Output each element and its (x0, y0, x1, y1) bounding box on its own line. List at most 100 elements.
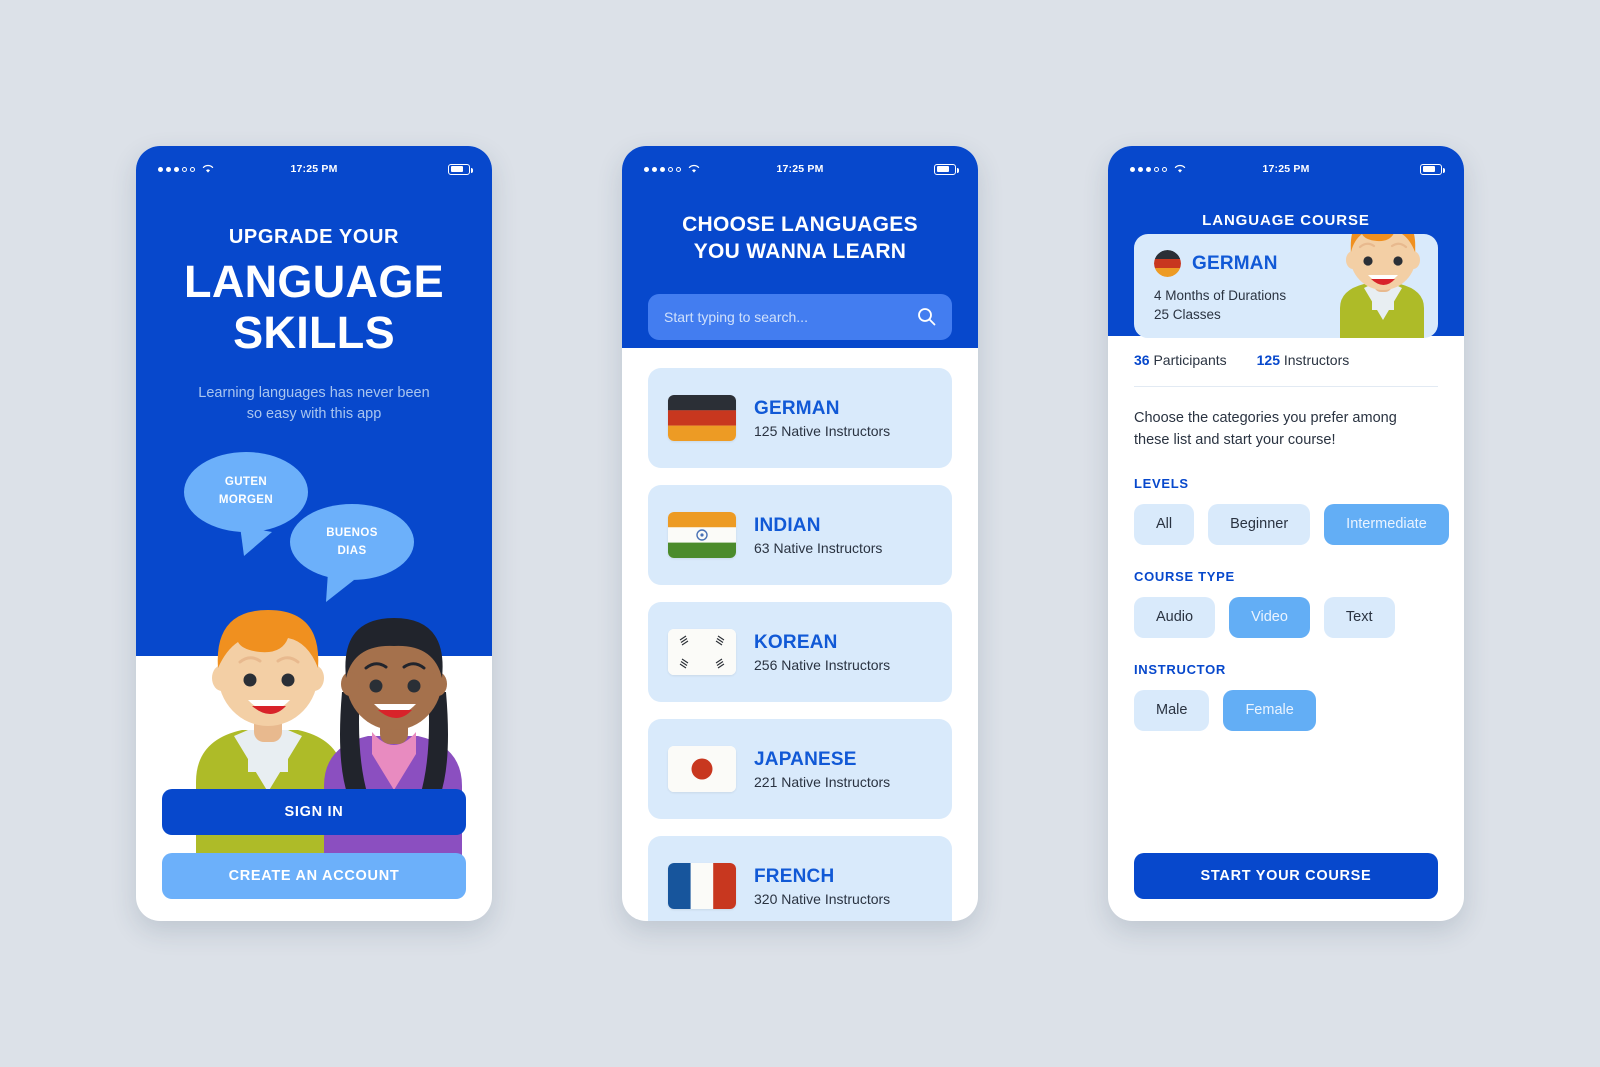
signal-dot (166, 166, 171, 172)
signal-dot (644, 166, 649, 172)
signal-dot-empty (1162, 166, 1167, 172)
phone-screen-choose-languages: 17:25 PM CHOOSE LANGUAGES YOU WANNA LEAR… (622, 146, 978, 921)
section-label-levels: LEVELS (1134, 475, 1189, 491)
language-name: FRENCH (754, 865, 835, 887)
signal-dot (1146, 166, 1151, 172)
language-name: GERMAN (754, 397, 840, 419)
course-language-name: GERMAN (1192, 252, 1278, 274)
page-title-line-2: YOU WANNA LEARN (693, 239, 907, 263)
instructor-option-female[interactable]: Female (1223, 689, 1316, 731)
phone-screen-language-course: 17:25 PM LANGUAGE COURSE GERMAN 4 Months… (1108, 146, 1464, 921)
signal-dot (652, 166, 657, 172)
battery-icon (1420, 163, 1445, 175)
participants-count: 36 (1134, 352, 1150, 368)
wifi-icon (202, 165, 214, 173)
language-name: INDIAN (754, 514, 821, 536)
hero-subtitle: Learning languages has never been so eas… (198, 384, 430, 423)
phone-screen-onboarding: 17:25 PM UPGRADE YOUR LANGUAGE SKILLS Le… (136, 146, 492, 921)
speech-bubble-german: GUTEN MORGEN (184, 452, 308, 556)
instructors-label: Instructors (1283, 352, 1350, 368)
search-placeholder: Start typing to search... (664, 308, 808, 325)
participants-stat: 36 Participants (1134, 352, 1227, 368)
page-title: CHOOSE LANGUAGES YOU WANNA LEARN (648, 212, 952, 266)
instructor-chip-group: Male Female (1134, 689, 1464, 731)
speech-bubble-spanish: BUENOS DIAS (290, 504, 414, 602)
hero-title-line-2: SKILLS (233, 306, 395, 358)
signal-dot-empty (676, 166, 681, 172)
hero-text-block: UPGRADE YOUR LANGUAGE SKILLS Learning la… (136, 186, 492, 426)
bubble-german-line2: MORGEN (219, 494, 273, 506)
level-option-beginner[interactable]: Beginner (1208, 503, 1311, 545)
wifi-icon (1174, 165, 1186, 173)
list-item[interactable]: KOREAN 256 Native Instructors (648, 602, 952, 702)
language-instructors: 256 Native Instructors (754, 656, 891, 673)
course-stats: 36 Participants 125 Instructors (1134, 352, 1438, 387)
filters-description: Choose the categories you prefer among t… (1134, 410, 1397, 448)
level-option-all[interactable]: All (1134, 503, 1195, 545)
list-item[interactable]: JAPANESE 221 Native Instructors (648, 719, 952, 819)
start-course-action: START YOUR COURSE (1134, 853, 1438, 899)
course-classes: 25 Classes (1154, 307, 1221, 323)
language-name: KOREAN (754, 631, 838, 653)
signal-dot-empty (182, 166, 187, 172)
course-duration: 4 Months of Durations (1154, 288, 1287, 303)
flag-france-icon (668, 863, 736, 909)
course-type-option-video[interactable]: Video (1229, 596, 1310, 638)
bubble-spanish-line1: BUENOS (326, 527, 378, 539)
signal-dot-empty (1154, 166, 1159, 172)
section-label-course-type: COURSE TYPE (1134, 568, 1235, 584)
onboarding-actions: SIGN IN CREATE AN ACCOUNT (136, 789, 492, 899)
screens-container: 17:25 PM UPGRADE YOUR LANGUAGE SKILLS Le… (0, 0, 1600, 1067)
participants-label: Participants (1153, 352, 1227, 368)
course-card[interactable]: GERMAN 4 Months of Durations 25 Classes (1134, 234, 1438, 338)
language-instructors: 221 Native Instructors (754, 773, 891, 790)
hero-kicker: UPGRADE YOUR (228, 226, 400, 248)
course-filters: Choose the categories you prefer among t… (1134, 408, 1464, 921)
flag-japan-icon (668, 746, 736, 792)
signal-dot (660, 166, 665, 172)
hero-title: LANGUAGE SKILLS (162, 256, 466, 359)
course-type-option-audio[interactable]: Audio (1134, 596, 1216, 638)
flag-india-icon (668, 512, 736, 558)
search-input[interactable]: Start typing to search... (648, 293, 952, 340)
flag-germany-circle-icon (1154, 250, 1181, 277)
signal-dot-empty (190, 166, 195, 172)
signal-dot (1130, 166, 1135, 172)
signal-indicator-2 (644, 164, 700, 174)
choose-languages-header: CHOOSE LANGUAGES YOU WANNA LEARN Start t… (622, 186, 978, 340)
list-item[interactable]: FRENCH 320 Native Instructors (648, 836, 952, 921)
list-item[interactable]: INDIAN 63 Native Instructors (648, 485, 952, 585)
status-bar-2: 17:25 PM (622, 146, 978, 186)
instructors-stat: 125 Instructors (1257, 352, 1350, 368)
flag-germany-icon (668, 395, 736, 441)
section-label-instructor: INSTRUCTOR (1134, 661, 1226, 677)
status-bar-1: 17:25 PM (136, 146, 492, 186)
bubble-german-line1: GUTEN (225, 476, 267, 488)
language-instructors: 63 Native Instructors (754, 539, 883, 556)
language-instructors: 125 Native Instructors (754, 422, 891, 439)
language-list: GERMAN 125 Native Instructors INDIAN 63 … (622, 346, 978, 921)
status-bar-3: 17:25 PM (1108, 146, 1464, 186)
signal-indicator-3 (1130, 164, 1186, 174)
flag-south-korea-icon (668, 629, 736, 675)
signal-dot (158, 166, 163, 172)
create-account-button[interactable]: CREATE AN ACCOUNT (162, 853, 466, 899)
language-instructors: 320 Native Instructors (754, 890, 891, 907)
language-name: JAPANESE (754, 748, 857, 770)
course-type-option-text[interactable]: Text (1323, 596, 1395, 638)
level-option-intermediate[interactable]: Intermediate (1324, 503, 1449, 545)
instructor-option-male[interactable]: Male (1134, 689, 1210, 731)
hero-title-line-1: LANGUAGE (184, 256, 444, 307)
page-title: LANGUAGE COURSE (1202, 212, 1370, 229)
page-title-line-1: CHOOSE LANGUAGES (682, 213, 918, 236)
signal-dot (1138, 166, 1143, 172)
course-type-chip-group: Audio Video Text (1134, 596, 1464, 638)
sign-in-button[interactable]: SIGN IN (162, 789, 466, 835)
wifi-icon (688, 165, 700, 173)
signal-dot-empty (668, 166, 673, 172)
search-icon[interactable] (917, 307, 936, 326)
instructors-count: 125 (1256, 352, 1280, 368)
signal-dot (174, 166, 179, 172)
start-course-button[interactable]: START YOUR COURSE (1134, 853, 1438, 899)
list-item[interactable]: GERMAN 125 Native Instructors (648, 368, 952, 468)
